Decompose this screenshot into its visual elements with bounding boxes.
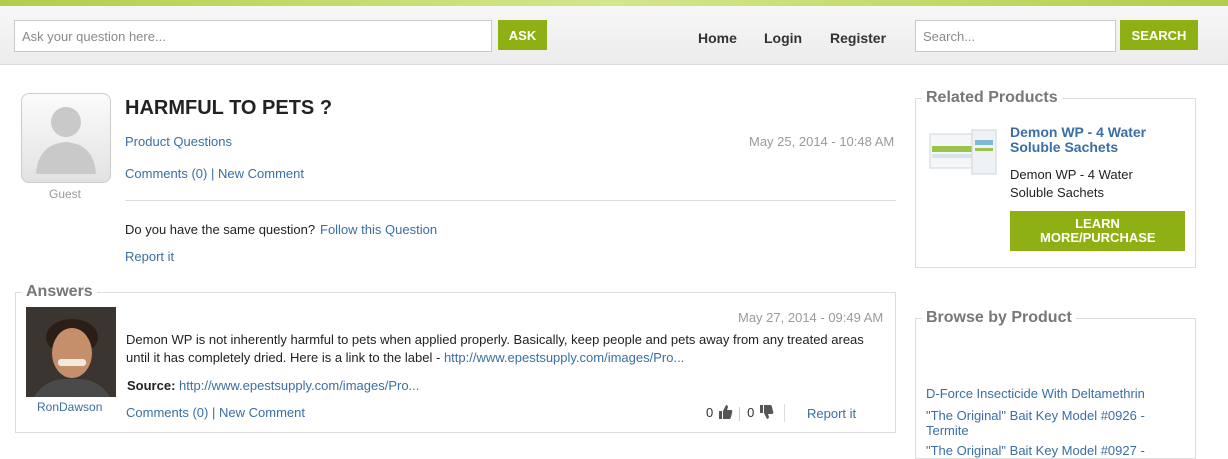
upvote-count: 0 (706, 404, 714, 420)
report-divider (784, 404, 785, 422)
question-title: HARMFUL TO PETS ? (125, 97, 333, 119)
thumbs-down-icon[interactable] (758, 404, 774, 423)
answers-legend: Answers (26, 283, 93, 300)
browse-item[interactable]: "The Original" Bait Key Model #0926 - Te… (926, 408, 1176, 438)
answer-source: Source: http://www.epestsupply.com/image… (127, 378, 419, 393)
search-button[interactable]: SEARCH (1120, 20, 1198, 50)
learn-more-button[interactable]: LEARN MORE/PURCHASE (1010, 211, 1185, 251)
browse-item[interactable]: "The Original" Bait Key Model #0927 - (926, 443, 1145, 458)
divider (125, 200, 896, 201)
answer-author-link[interactable]: RonDawson (37, 400, 102, 414)
question-report-link[interactable]: Report it (125, 249, 174, 264)
answer-new-comment-link[interactable]: New Comment (219, 405, 305, 420)
thumbs-up-icon[interactable] (717, 404, 733, 423)
downvote-count: 0 (747, 404, 755, 420)
nav-register[interactable]: Register (830, 30, 886, 46)
answer-comments-link[interactable]: Comments (0) (126, 405, 208, 420)
nav-home[interactable]: Home (698, 30, 737, 46)
answer-comment-separator: | (212, 405, 216, 420)
answer-report-link[interactable]: Report it (807, 406, 856, 421)
top-header: ASK Home Login Register SEARCH (0, 0, 1228, 65)
browse-legend: Browse by Product (926, 309, 1072, 326)
question-date: May 25, 2014 - 10:48 AM (749, 134, 895, 149)
ask-button[interactable]: ASK (498, 20, 547, 50)
answer-author-photo (26, 307, 116, 397)
comment-separator: | (211, 166, 215, 181)
nav-login[interactable]: Login (764, 30, 802, 46)
source-label: Source: (127, 378, 176, 393)
user-silhouette-icon (36, 107, 96, 174)
top-accent-stripe (0, 0, 1228, 6)
search-input[interactable] (915, 20, 1116, 52)
category-link[interactable]: Product Questions (125, 134, 232, 149)
product-image[interactable] (928, 128, 998, 176)
related-products-legend: Related Products (926, 89, 1058, 106)
ask-question-input[interactable] (14, 20, 492, 52)
answer-date: May 27, 2014 - 09:49 AM (738, 310, 884, 325)
answer-label-link[interactable]: http://www.epestsupply.com/images/Pro... (444, 350, 684, 365)
source-link[interactable]: http://www.epestsupply.com/images/Pro... (179, 378, 419, 393)
vote-controls: 0 0 (706, 404, 774, 423)
same-question-text: Do you have the same question? (125, 222, 316, 237)
guest-label: Guest (49, 187, 82, 201)
browse-item[interactable]: D-Force Insecticide With Deltamethrin (926, 386, 1145, 401)
product-description: Demon WP - 4 Water Soluble Sachets (1010, 167, 1133, 200)
guest-avatar (21, 93, 111, 183)
question-comments-link[interactable]: Comments (0) (125, 166, 207, 181)
answer-body: Demon WP is not inherently harmful to pe… (126, 331, 886, 367)
product-title-link[interactable]: Demon WP - 4 Water Soluble Sachets (1010, 125, 1180, 155)
question-new-comment-link[interactable]: New Comment (218, 166, 304, 181)
follow-question-link[interactable]: Follow this Question (320, 222, 437, 237)
vote-divider (739, 406, 741, 421)
